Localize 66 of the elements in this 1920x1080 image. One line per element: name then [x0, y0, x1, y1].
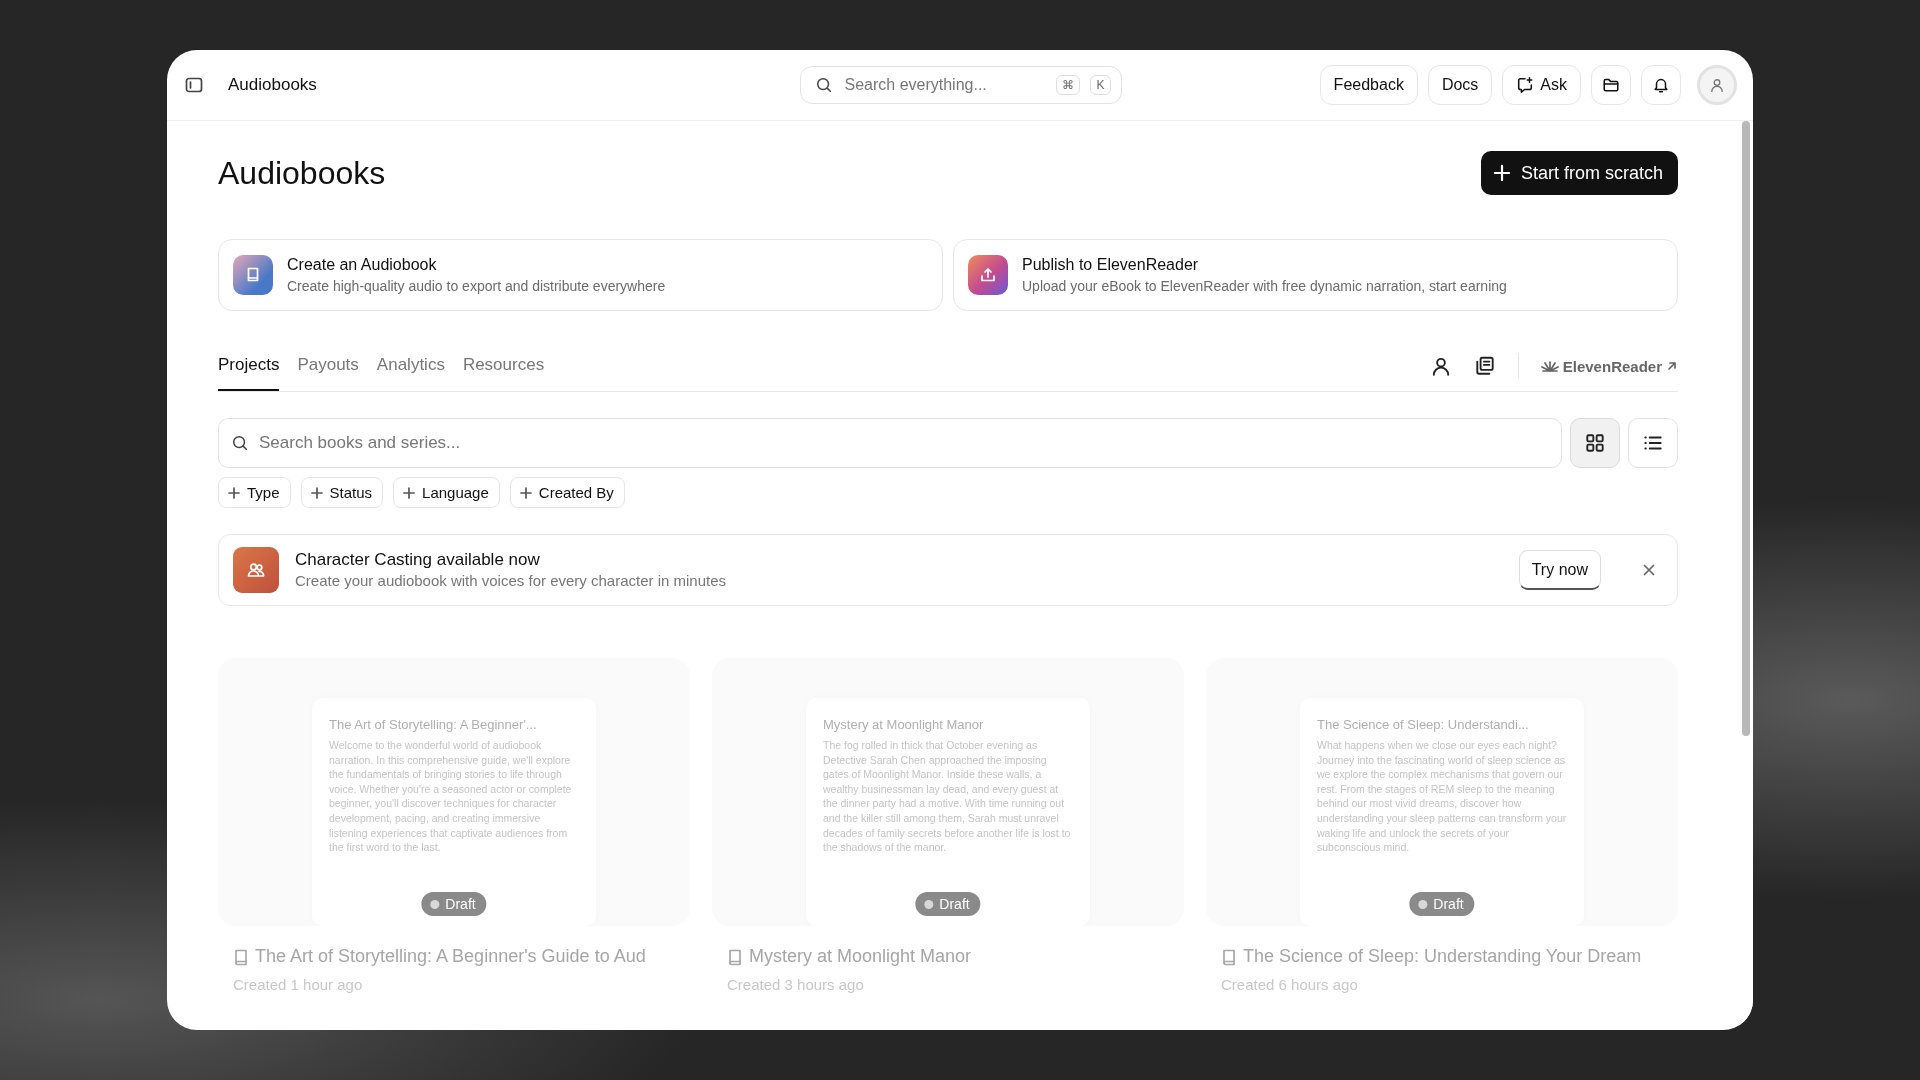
book-icon: [233, 255, 273, 295]
person-icon: [1709, 77, 1725, 93]
plus-icon: [518, 485, 533, 500]
notifications-button[interactable]: [1641, 65, 1681, 105]
people-icon: [233, 547, 279, 593]
tab[interactable]: Analytics: [376, 341, 445, 391]
search-bar[interactable]: Search everything... ⌘ K: [799, 66, 1122, 104]
grid-icon: [1584, 432, 1606, 454]
close-icon: [1641, 562, 1657, 578]
status-dot-icon: [924, 899, 934, 909]
filter-chip[interactable]: Status: [300, 477, 384, 508]
grid-view-button[interactable]: [1570, 418, 1620, 468]
preview-title: The Art of Storytelling: A Beginner'...: [329, 716, 538, 734]
bell-icon: [1652, 76, 1670, 94]
book-icon: [233, 947, 249, 966]
plus-icon: [309, 485, 324, 500]
search-icon: [814, 76, 833, 94]
try-now-button[interactable]: Try now: [1518, 550, 1601, 590]
status-dot-icon: [1418, 899, 1428, 909]
card-title: Create an Audiobook: [287, 255, 438, 275]
external-arrow-icon: [1666, 360, 1678, 372]
shortcut-key: ⌘: [1056, 75, 1081, 95]
banner-title: Character Casting available now: [295, 549, 541, 571]
preview-title: Mystery at Moonlight Manor: [823, 716, 985, 734]
banner-description: Create your audiobook with voices for every character in minutes: [295, 571, 728, 591]
start-from-scratch-button[interactable]: Start from scratch: [1480, 151, 1678, 195]
search-bar[interactable]: Search books and series...: [218, 418, 1562, 468]
elevenreader-link[interactable]: ElevenReader: [1540, 357, 1678, 375]
feedback-button[interactable]: Feedback: [1319, 65, 1418, 105]
status-label: Draft: [939, 896, 970, 912]
burst-icon: [1540, 359, 1559, 373]
docs-button[interactable]: Docs: [1427, 65, 1493, 105]
feature-card[interactable]: Publish to ElevenReader Upload your eBook to ElevenReader with free dynamic narration, start earning: [953, 239, 1678, 311]
status-label: Draft: [445, 896, 476, 912]
filter-chip[interactable]: Language: [393, 477, 500, 508]
book-icon: [1221, 947, 1237, 966]
chat-sparkle-icon: [1516, 76, 1535, 94]
copy-icon[interactable]: [1473, 355, 1496, 377]
book-icon: [727, 947, 743, 966]
list-view-button[interactable]: [1628, 418, 1678, 468]
search-input[interactable]: Search everything...: [842, 75, 1047, 95]
ask-button[interactable]: Ask: [1502, 65, 1581, 105]
plus-icon: [227, 485, 241, 500]
shortcut-key: K: [1090, 75, 1111, 95]
page-title: Audiobooks: [218, 154, 386, 192]
window-title: Audiobooks: [228, 75, 317, 95]
plus-icon: [402, 485, 417, 500]
card-description: Create high-quality audio to export and distribute everywhere: [287, 277, 666, 296]
filter-chip[interactable]: Created By: [509, 477, 625, 508]
filter-chip[interactable]: Type: [218, 477, 291, 508]
folder-icon: [1602, 76, 1620, 94]
tab[interactable]: Payouts: [297, 341, 359, 391]
plus-icon: [1492, 164, 1511, 182]
status-dot-icon: [430, 899, 440, 909]
folder-button[interactable]: [1591, 65, 1631, 105]
upload-icon: [968, 255, 1008, 295]
search-icon: [231, 434, 249, 452]
avatar-button[interactable]: [1697, 65, 1737, 105]
card-title: Publish to ElevenReader: [1022, 255, 1200, 275]
tab[interactable]: Projects: [218, 341, 280, 391]
sidebar-toggle-icon[interactable]: [184, 75, 204, 95]
preview-title: The Science of Sleep: Understandi...: [1317, 716, 1530, 734]
status-label: Draft: [1433, 896, 1464, 912]
tab[interactable]: Resources: [462, 341, 545, 391]
card-description: Upload your eBook to ElevenReader with free dynamic narration, start earning: [1022, 277, 1507, 296]
feature-card[interactable]: Create an Audiobook Create high-quality audio to export and distribute everywhere: [218, 239, 943, 311]
